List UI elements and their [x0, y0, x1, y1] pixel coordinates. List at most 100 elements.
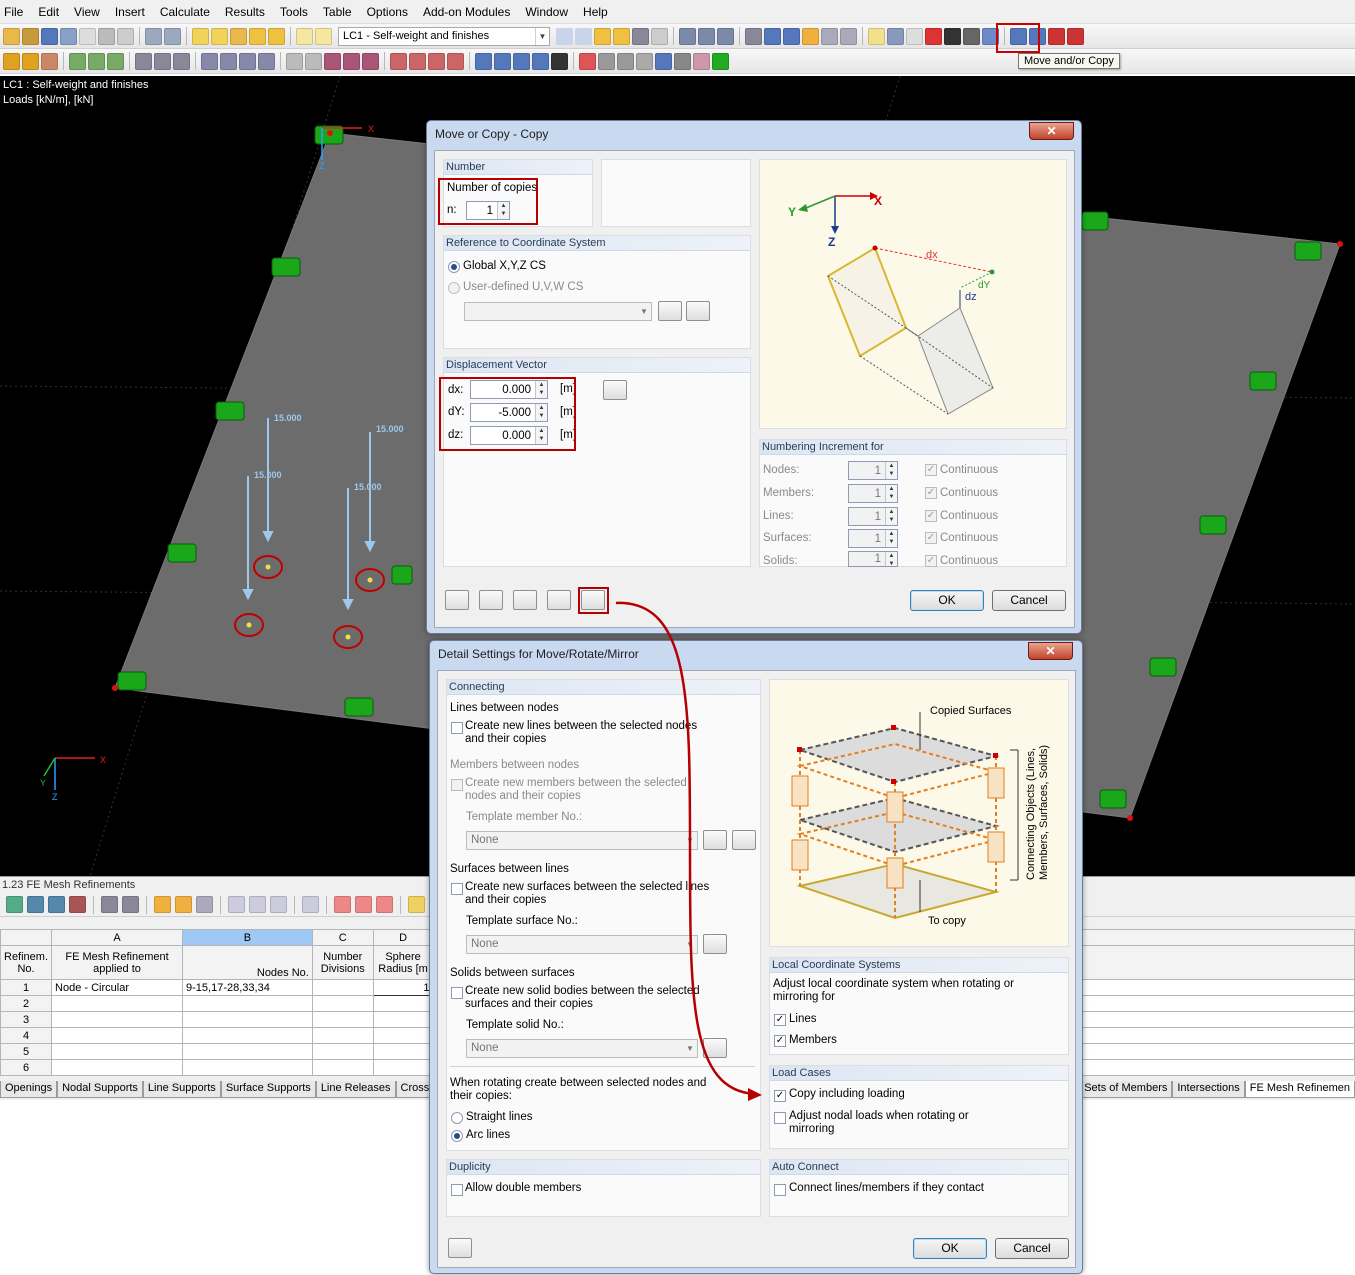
menu-options[interactable]: Options [367, 5, 408, 19]
report-icon[interactable] [1067, 27, 1084, 45]
global-cs-radio[interactable] [448, 261, 460, 273]
snap-icon[interactable] [764, 27, 781, 45]
list-icon[interactable] [315, 27, 332, 45]
visibility-icon[interactable] [617, 52, 634, 70]
members-continuous-checkbox[interactable]: ✓ [925, 487, 937, 499]
save-icon[interactable] [41, 27, 58, 45]
user-cs-select[interactable]: ▼ [464, 302, 652, 321]
template-member-select[interactable]: None ▼ [466, 831, 698, 850]
adjust-nodal-checkbox[interactable] [774, 1112, 786, 1124]
column-c-header[interactable]: C [311, 929, 374, 946]
menu-tools[interactable]: Tools [280, 5, 308, 19]
solid-load-icon[interactable] [362, 52, 379, 70]
table-refresh-icon[interactable] [196, 896, 213, 913]
create-surfaces-checkbox[interactable] [451, 883, 463, 895]
pick-solid-button[interactable] [703, 1038, 727, 1058]
check-icon[interactable] [712, 52, 729, 70]
ok-button[interactable]: OK [910, 590, 984, 611]
print-preview-icon[interactable] [117, 27, 134, 45]
tab-sets-of-members[interactable]: Sets of Members [1079, 1081, 1173, 1098]
arc-lines-radio[interactable] [451, 1130, 463, 1142]
previous-icon[interactable] [556, 27, 573, 45]
result-values-icon[interactable] [651, 27, 668, 45]
layer-icon[interactable] [258, 52, 275, 70]
tab-line-releases[interactable]: Line Releases [315, 1081, 396, 1098]
undo-icon[interactable] [145, 27, 162, 45]
template-solid-select[interactable]: None ▼ [466, 1039, 698, 1058]
menu-addon-modules[interactable]: Add-on Modules [423, 5, 510, 19]
table-clear-icon[interactable] [69, 896, 86, 913]
allow-double-checkbox[interactable] [451, 1184, 463, 1196]
member-load-icon[interactable] [305, 52, 322, 70]
spin-arrows-icon[interactable]: ▲ ▼ [885, 530, 897, 547]
spin-arrows-icon[interactable]: ▲ ▼ [885, 552, 897, 567]
view-x-icon[interactable] [475, 52, 492, 70]
mirror-icon[interactable] [906, 27, 923, 45]
spin-arrows-icon[interactable]: ▲ ▼ [885, 462, 897, 479]
nodal-load-icon[interactable] [286, 52, 303, 70]
spin-arrows-icon[interactable]: ▲ ▼ [885, 485, 897, 502]
move-copy-icon[interactable] [868, 27, 885, 45]
user-cs-radio[interactable] [448, 282, 460, 294]
lcs-lines-checkbox[interactable]: ✓ [774, 1014, 786, 1026]
menu-results[interactable]: Results [225, 5, 265, 19]
delete-icon[interactable] [925, 27, 942, 45]
table-sort-icon[interactable] [175, 896, 192, 913]
table-filter-icon[interactable] [154, 896, 171, 913]
menu-help[interactable]: Help [583, 5, 608, 19]
generated-load-icon[interactable] [428, 52, 445, 70]
cell-divisions[interactable] [311, 979, 374, 996]
cell-radius[interactable]: 1 [372, 979, 434, 996]
loadcase-select[interactable]: LC1 - Self-weight and finishes ▼ [338, 26, 550, 46]
guide-icon[interactable] [821, 27, 838, 45]
load-values-icon[interactable] [613, 27, 630, 45]
new-cs-button[interactable] [658, 301, 682, 321]
lines-increment[interactable]: 1 ▲ ▼ [848, 507, 898, 526]
surfaces-increment[interactable]: 1 ▲ ▼ [848, 529, 898, 548]
view-y-icon[interactable] [494, 52, 511, 70]
table-icon[interactable] [296, 27, 313, 45]
divide-icon[interactable] [963, 27, 980, 45]
polyline-icon[interactable] [22, 52, 39, 70]
edit-icon[interactable] [192, 27, 209, 45]
edit-cs-button[interactable] [686, 301, 710, 321]
folder-icon[interactable] [268, 27, 285, 45]
solids-continuous-checkbox[interactable]: ✓ [925, 555, 937, 567]
surface-support-icon[interactable] [107, 52, 124, 70]
line-support-icon[interactable] [88, 52, 105, 70]
free-load-icon[interactable] [409, 52, 426, 70]
edit-button[interactable] [479, 590, 503, 610]
layout-icon[interactable] [674, 52, 691, 70]
solid-icon[interactable] [220, 52, 237, 70]
node-icon[interactable] [944, 27, 961, 45]
tab-nodal-supports[interactable]: Nodal Supports [57, 1081, 143, 1098]
target-icon[interactable] [230, 27, 247, 45]
help-button[interactable] [448, 1238, 472, 1258]
units-button[interactable] [547, 590, 571, 610]
ok-button[interactable]: OK [913, 1238, 987, 1259]
tab-openings[interactable]: Openings [0, 1081, 58, 1098]
view-icon[interactable] [679, 27, 696, 45]
menu-table[interactable]: Table [323, 5, 352, 19]
section-icon[interactable] [173, 52, 190, 70]
view-iso-icon[interactable] [532, 52, 549, 70]
rotate-icon[interactable] [887, 27, 904, 45]
column-d-header[interactable]: D [372, 929, 434, 946]
opening-icon[interactable] [239, 52, 256, 70]
display-icon[interactable] [551, 52, 568, 70]
support-icon[interactable] [69, 52, 86, 70]
surfaces-continuous-checkbox[interactable]: ✓ [925, 532, 937, 544]
straight-lines-radio[interactable] [451, 1112, 463, 1124]
menu-window[interactable]: Window [525, 5, 568, 19]
grid-icon[interactable] [745, 27, 762, 45]
table-copy-icon[interactable] [355, 896, 372, 913]
table-edit-icon[interactable] [6, 896, 23, 913]
surface-icon[interactable] [201, 52, 218, 70]
tools-icon[interactable] [693, 52, 710, 70]
tab-fe-mesh-refinements[interactable]: FE Mesh Refinemen [1244, 1081, 1355, 1098]
grid-table-icon[interactable] [655, 52, 672, 70]
table-prev-icon[interactable] [101, 896, 118, 913]
open-project-icon[interactable] [22, 27, 39, 45]
print-icon[interactable] [98, 27, 115, 45]
object-snap-icon[interactable] [802, 27, 819, 45]
